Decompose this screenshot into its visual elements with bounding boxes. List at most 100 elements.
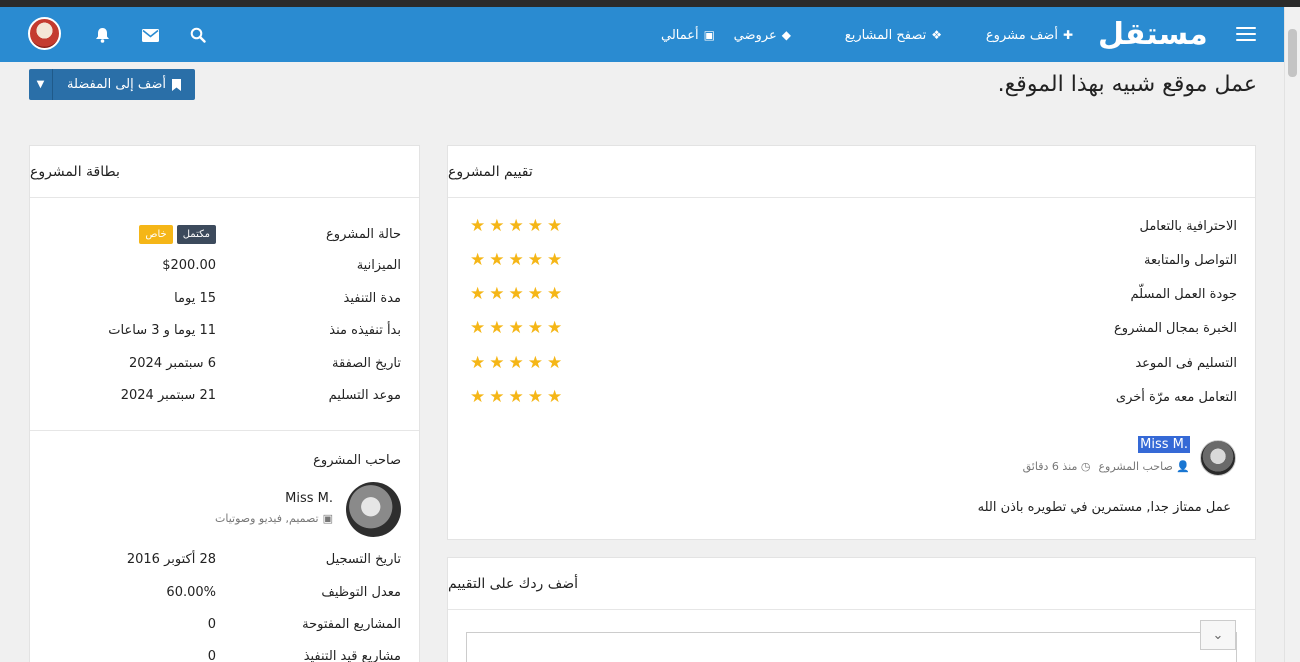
info-label: تاريخ التسجيل [325, 551, 401, 567]
review-time-text: منذ 6 دقائق [1022, 460, 1078, 473]
star-rating: ★ ★ ★ ★ ★ [470, 249, 563, 270]
info-row: موعد التسليم 21 سبتمبر 2024 [48, 385, 401, 405]
info-label: الميزانية [356, 257, 401, 273]
star-icon: ★ [470, 352, 486, 373]
info-value: 6 سبتمبر 2024 [129, 355, 216, 371]
reply-heading: أضف ردك على التقييم [448, 575, 579, 592]
user-icon: 👤 [1176, 460, 1190, 473]
info-value: 60.00% [166, 584, 216, 600]
info-row: مشاريع قيد التنفيذ 0 [48, 646, 401, 662]
star-icon: ★ [547, 283, 563, 304]
reviewer-role: 👤 صاحب المشروع [1098, 460, 1190, 473]
info-row: المشاريع المفتوحة 0 [48, 614, 401, 634]
star-icon: ★ [547, 352, 563, 373]
rating-label: الاحترافية بالتعامل [1139, 218, 1237, 234]
rating-label: التواصل والمتابعة [1144, 252, 1237, 268]
rating-label: التعامل معه مرّة أخرى [1115, 389, 1237, 405]
star-icon: ★ [527, 283, 543, 304]
rating-row: ★ ★ ★ ★ ★ التواصل والمتابعة [470, 249, 1237, 271]
bell-icon[interactable] [92, 25, 112, 45]
page-scrollbar[interactable] [1284, 7, 1300, 662]
add-to-favorites-label: أضف إلى المفضلة [67, 77, 166, 92]
owner-skill: ▣ تصميم, فيديو وصوتيات [215, 512, 333, 525]
info-value: 28 أكتوبر 2016 [126, 551, 216, 567]
plus-icon: ✚ [1062, 28, 1073, 42]
rating-row: ★ ★ ★ ★ ★ الخبرة بمجال المشروع [470, 317, 1237, 339]
star-rating: ★ ★ ★ ★ ★ [470, 386, 563, 407]
info-value: 11 يوما و 3 ساعات [108, 322, 216, 338]
bookmark-icon [172, 78, 181, 91]
owner-heading: صاحب المشروع [313, 453, 401, 468]
status-row: حالة المشروع مكتملخاص [48, 224, 401, 244]
star-icon: ★ [470, 215, 486, 236]
star-icon: ★ [527, 215, 543, 236]
top-navbar: مستقل ✚ أضف مشروع ❖ تصفح المشاريع ◆ عروض… [0, 7, 1284, 62]
reviewer-block: Miss M. 👤 صاحب المشروع ◷ منذ 6 دقائق [1016, 436, 1236, 478]
project-card-heading: بطاقة المشروع [30, 163, 120, 180]
nav-my-works[interactable]: ▣ أعمالي [661, 25, 715, 45]
review-comment: عمل ممتاز جدا, مستمرين في تطويره باذن ال… [977, 500, 1231, 515]
star-icon: ★ [547, 249, 563, 270]
star-icon: ★ [527, 317, 543, 338]
star-icon: ★ [489, 249, 505, 270]
star-icon: ★ [527, 386, 543, 407]
info-label: تاريخ الصفقة [332, 355, 401, 371]
star-icon: ★ [547, 317, 563, 338]
rating-row: ★ ★ ★ ★ ★ الاحترافية بالتعامل [470, 215, 1237, 237]
divider [30, 430, 419, 431]
ticket-icon: ◆ [781, 28, 791, 42]
star-icon: ★ [489, 215, 505, 236]
envelope-icon[interactable] [140, 25, 160, 45]
star-icon: ★ [547, 215, 563, 236]
browser-top-strip [0, 0, 1300, 7]
site-logo[interactable]: مستقل [1098, 17, 1208, 53]
owner-skill-text: تصميم, فيديو وصوتيات [214, 512, 319, 525]
info-row: بدأ تنفيذه منذ 11 يوما و 3 ساعات [48, 320, 401, 340]
star-icon: ★ [489, 386, 505, 407]
clock-icon: ◷ [1080, 460, 1091, 473]
review-time: ◷ منذ 6 دقائق [1023, 460, 1091, 473]
star-icon: ★ [508, 215, 524, 236]
rating-row: ★ ★ ★ ★ ★ التسليم فى الموعد [470, 352, 1237, 374]
hamburger-menu-icon[interactable] [1236, 27, 1256, 43]
nav-browse-projects-label: تصفح المشاريع [844, 27, 927, 43]
owner-avatar[interactable] [346, 482, 401, 537]
nav-add-project[interactable]: ✚ أضف مشروع [986, 25, 1073, 45]
nav-my-offers-label: عروضي [733, 27, 777, 43]
search-icon[interactable] [188, 25, 208, 45]
status-badge-completed: مكتمل [176, 224, 216, 244]
rating-row: ★ ★ ★ ★ ★ جودة العمل المسلّم [470, 283, 1237, 305]
nav-my-works-label: أعمالي [661, 27, 699, 43]
star-icon: ★ [489, 352, 505, 373]
add-to-favorites-button[interactable]: أضف إلى المفضلة ▼ [29, 69, 195, 100]
add-to-favorites-main[interactable]: أضف إلى المفضلة [53, 69, 195, 100]
reviewer-avatar[interactable] [1200, 440, 1236, 476]
user-avatar[interactable] [28, 17, 61, 50]
rating-label: الخبرة بمجال المشروع [1114, 320, 1237, 336]
scrollbar-thumb[interactable] [1288, 29, 1297, 77]
briefcase-icon: ▣ [703, 28, 715, 42]
nav-my-offers[interactable]: ◆ عروضي [734, 25, 791, 45]
owner-name-link[interactable]: Miss M. [285, 491, 333, 506]
info-row: معدل التوظيف 60.00% [48, 582, 401, 602]
info-label: مدة التنفيذ [343, 290, 401, 306]
star-rating: ★ ★ ★ ★ ★ [470, 283, 563, 304]
star-icon: ★ [508, 249, 524, 270]
info-value: 21 سبتمبر 2024 [120, 387, 216, 403]
reply-textarea[interactable] [466, 632, 1237, 662]
star-icon: ★ [508, 317, 524, 338]
reply-card-header: أضف ردك على التقييم [448, 558, 1255, 610]
star-icon: ★ [489, 317, 505, 338]
rating-label: جودة العمل المسلّم [1130, 286, 1237, 302]
project-card-header: بطاقة المشروع [30, 146, 419, 198]
info-value: 15 يوما [174, 290, 216, 306]
star-icon: ★ [527, 352, 543, 373]
rating-heading: تقييم المشروع [448, 163, 533, 180]
status-badge-private: خاص [139, 224, 173, 244]
caret-down-icon[interactable]: ▼ [29, 69, 53, 100]
chevron-down-icon[interactable]: ⌄ [1200, 620, 1236, 650]
info-label: موعد التسليم [328, 387, 401, 403]
nav-browse-projects[interactable]: ❖ تصفح المشاريع [845, 25, 942, 45]
star-icon: ★ [547, 386, 563, 407]
reviewer-name-link[interactable]: Miss M. [1138, 436, 1190, 453]
